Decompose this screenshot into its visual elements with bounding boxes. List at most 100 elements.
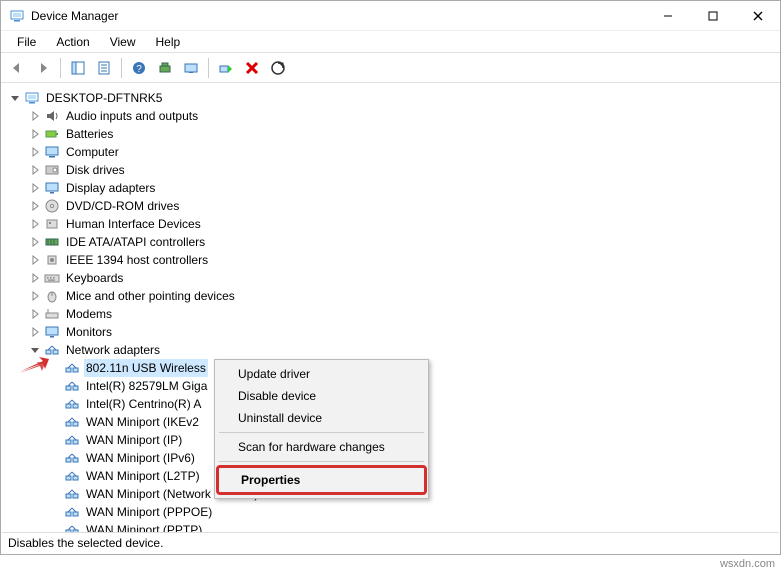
ctx-update-driver[interactable]: Update driver: [218, 363, 425, 385]
nic-icon: [64, 504, 80, 520]
expand-toggle-icon[interactable]: [28, 181, 42, 195]
tree-node[interactable]: Modems: [8, 305, 779, 323]
expand-toggle-icon: [48, 451, 62, 465]
tree-node[interactable]: IDE ATA/ATAPI controllers: [8, 233, 779, 251]
scan-hardware-button[interactable]: [266, 56, 290, 80]
expand-toggle-icon[interactable]: [28, 109, 42, 123]
tree-node[interactable]: IEEE 1394 host controllers: [8, 251, 779, 269]
toolbar-separator: [208, 58, 209, 78]
back-button[interactable]: [5, 56, 29, 80]
disk-icon: [44, 162, 60, 178]
status-text: Disables the selected device.: [8, 536, 163, 550]
expand-toggle-icon[interactable]: [28, 145, 42, 159]
svg-text:?: ?: [136, 64, 142, 75]
properties-button[interactable]: [92, 56, 116, 80]
status-bar: Disables the selected device.: [2, 532, 779, 553]
nic-icon: [64, 522, 80, 532]
tree-node-label: Network adapters: [64, 341, 162, 359]
nic-icon: [64, 468, 80, 484]
keyboard-icon: [44, 270, 60, 286]
maximize-button[interactable]: [690, 1, 735, 31]
help-button[interactable]: ?: [127, 56, 151, 80]
ctx-scan-hardware[interactable]: Scan for hardware changes: [218, 436, 425, 458]
tree-node[interactable]: Network adapters: [8, 341, 779, 359]
expand-toggle-icon[interactable]: [28, 307, 42, 321]
tree-node[interactable]: DESKTOP-DFTNRK5: [8, 89, 779, 107]
expand-toggle-icon[interactable]: [28, 163, 42, 177]
modem-icon: [44, 306, 60, 322]
ctx-uninstall-device[interactable]: Uninstall device: [218, 407, 425, 429]
expand-toggle-icon: [48, 487, 62, 501]
tree-node-label: WAN Miniport (L2TP): [84, 467, 202, 485]
tree-node-label: WAN Miniport (IPv6): [84, 449, 197, 467]
expand-toggle-icon[interactable]: [8, 91, 22, 105]
cdrom-icon: [44, 198, 60, 214]
tree-node-label: Batteries: [64, 125, 115, 143]
toolbar: ?: [1, 53, 780, 83]
forward-button[interactable]: [31, 56, 55, 80]
toolbar-separator: [121, 58, 122, 78]
device-manager-window: Device Manager File Action View Help ? D…: [0, 0, 781, 555]
nic-icon: [64, 450, 80, 466]
ide-icon: [44, 234, 60, 250]
nic-icon: [64, 414, 80, 430]
update-driver-button[interactable]: [153, 56, 177, 80]
tree-node-label: Human Interface Devices: [64, 215, 203, 233]
tree-node[interactable]: Monitors: [8, 323, 779, 341]
monitor-icon: [44, 324, 60, 340]
tree-node-label: IEEE 1394 host controllers: [64, 251, 210, 269]
menu-view[interactable]: View: [102, 33, 144, 51]
audio-icon: [44, 108, 60, 124]
tree-node[interactable]: DVD/CD-ROM drives: [8, 197, 779, 215]
expand-toggle-icon[interactable]: [28, 127, 42, 141]
menu-file[interactable]: File: [9, 33, 44, 51]
tree-node[interactable]: Batteries: [8, 125, 779, 143]
ctx-properties[interactable]: Properties: [221, 469, 422, 491]
tree-node[interactable]: Audio inputs and outputs: [8, 107, 779, 125]
tree-node[interactable]: Keyboards: [8, 269, 779, 287]
tree-node[interactable]: Disk drives: [8, 161, 779, 179]
tree-node-label: Monitors: [64, 323, 114, 341]
close-button[interactable]: [735, 1, 780, 31]
tree-node[interactable]: WAN Miniport (PPPOE): [8, 503, 779, 521]
expand-toggle-icon[interactable]: [28, 325, 42, 339]
enable-device-button[interactable]: [214, 56, 238, 80]
ctx-disable-device[interactable]: Disable device: [218, 385, 425, 407]
menu-help[interactable]: Help: [148, 33, 189, 51]
tree-node-label: DVD/CD-ROM drives: [64, 197, 181, 215]
expand-toggle-icon[interactable]: [28, 199, 42, 213]
tree-node[interactable]: WAN Miniport (PPTP): [8, 521, 779, 532]
tree-node-label: WAN Miniport (PPTP): [84, 521, 204, 532]
tree-node[interactable]: Computer: [8, 143, 779, 161]
tree-node-label: IDE ATA/ATAPI controllers: [64, 233, 207, 251]
menu-bar: File Action View Help: [1, 31, 780, 53]
nic-icon: [64, 432, 80, 448]
show-hide-tree-button[interactable]: [66, 56, 90, 80]
tree-node-label: Computer: [64, 143, 121, 161]
tree-node[interactable]: Human Interface Devices: [8, 215, 779, 233]
annotation-highlight: Properties: [216, 465, 427, 495]
show-hidden-button[interactable]: [179, 56, 203, 80]
computer-root-icon: [24, 90, 40, 106]
minimize-button[interactable]: [645, 1, 690, 31]
expand-toggle-icon: [48, 415, 62, 429]
title-bar[interactable]: Device Manager: [1, 1, 780, 31]
mouse-icon: [44, 288, 60, 304]
nic-icon: [64, 378, 80, 394]
battery-icon: [44, 126, 60, 142]
expand-toggle-icon[interactable]: [28, 235, 42, 249]
expand-toggle-icon[interactable]: [28, 289, 42, 303]
uninstall-button[interactable]: [240, 56, 264, 80]
expand-toggle-icon[interactable]: [28, 271, 42, 285]
tree-node-label: 802.11n USB Wireless: [84, 359, 208, 377]
expand-toggle-icon: [48, 523, 62, 532]
tree-node-label: Mice and other pointing devices: [64, 287, 237, 305]
menu-action[interactable]: Action: [48, 33, 97, 51]
hid-icon: [44, 216, 60, 232]
expand-toggle-icon[interactable]: [28, 217, 42, 231]
tree-node[interactable]: Mice and other pointing devices: [8, 287, 779, 305]
nic-icon: [64, 396, 80, 412]
expand-toggle-icon[interactable]: [28, 253, 42, 267]
tree-node-label: WAN Miniport (IKEv2: [84, 413, 201, 431]
tree-node[interactable]: Display adapters: [8, 179, 779, 197]
